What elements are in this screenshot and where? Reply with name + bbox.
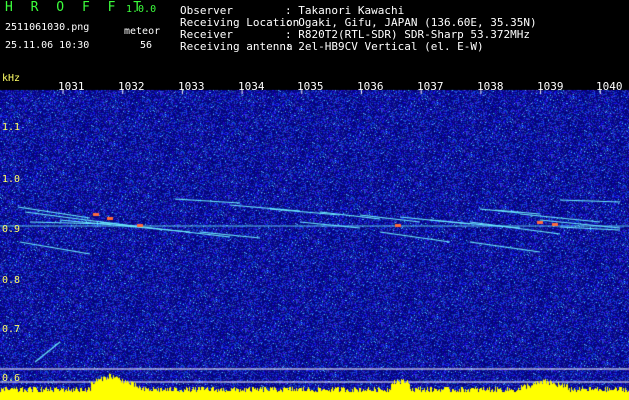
filename-label: 2511061030.png [5, 22, 90, 33]
spectrogram-panel: kHz 1.1 1.0 0.9 0.8 0.7 0.6 1031 1032 10… [0, 72, 629, 400]
x-tick-label: 1037 [417, 80, 444, 93]
y-tick-label: 0.7 [2, 324, 21, 335]
app-title: H R O F F T [5, 0, 147, 15]
x-tick-label: 1031 [58, 80, 85, 93]
meteor-label: meteor [124, 26, 161, 37]
y-tick-label: 0.9 [2, 224, 21, 235]
x-tick-label: 1036 [357, 80, 384, 93]
x-tick-label: 1034 [238, 80, 265, 93]
meta-val-antenna: : 2el-HB9CV Vertical (el. E-W) [285, 40, 484, 53]
x-tick-label: 1040 [596, 80, 623, 93]
y-tick-label: 0.6 [2, 373, 21, 384]
meta-key-antenna: Receiving antenna [180, 40, 293, 53]
app-version: 1.0.0 [126, 4, 157, 15]
y-unit-label: kHz [2, 73, 21, 84]
y-tick-label: 1.1 [2, 122, 21, 133]
header-bar: H R O F F T 1.0.0 2511061030.png 25.11.0… [0, 0, 629, 72]
y-tick-label: 0.8 [2, 275, 21, 286]
y-tick-label: 1.0 [2, 174, 21, 185]
datetime-label: 25.11.06 10:30 [5, 40, 90, 51]
x-tick-label: 1035 [297, 80, 324, 93]
x-tick-label: 1033 [178, 80, 205, 93]
x-tick-label: 1039 [537, 80, 564, 93]
x-tick-label: 1032 [118, 80, 145, 93]
x-tick-label: 1038 [477, 80, 504, 93]
meteor-count: 56 [140, 40, 153, 51]
spectrogram-canvas [0, 72, 629, 400]
